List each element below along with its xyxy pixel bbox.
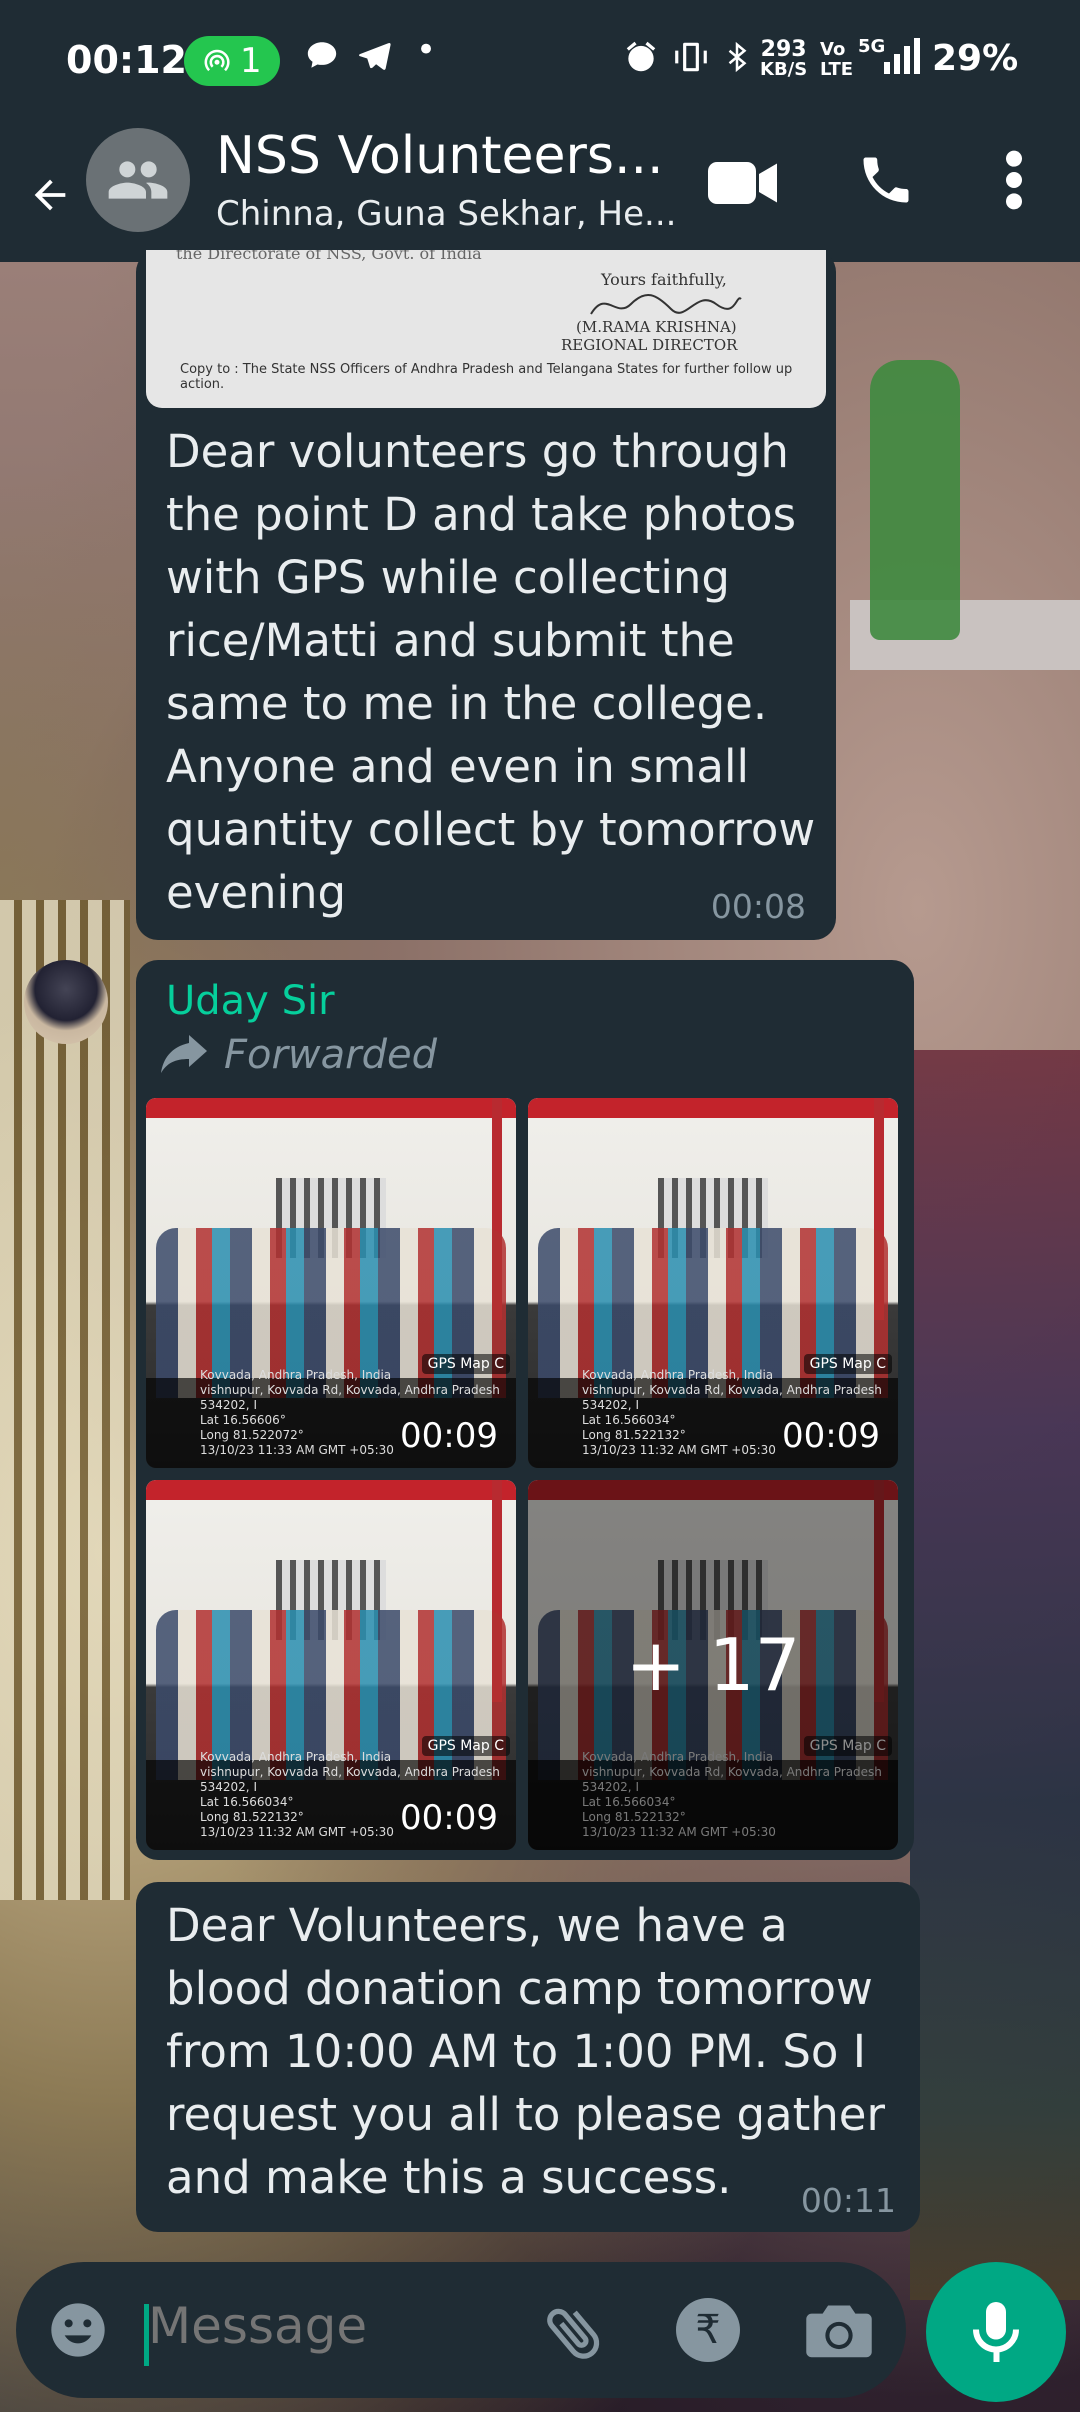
photo-time: 00:09 <box>400 1416 498 1456</box>
document-image[interactable]: the Directorate of NSS, Govt. of India Y… <box>146 250 826 408</box>
group-avatar[interactable] <box>86 128 190 232</box>
chat-title[interactable]: NSS Volunteers... <box>216 126 686 186</box>
document-copy-to: Copy to : The State NSS Officers of Andh… <box>180 362 793 392</box>
attach-icon[interactable] <box>540 2298 610 2368</box>
document-signer-name: (M.RAMA KRISHNA) <box>576 318 737 336</box>
album-photo-more[interactable]: GPS Map C Kovvada, Andhra Pradesh, India… <box>528 1480 898 1850</box>
voice-message-button[interactable] <box>926 2262 1066 2402</box>
message-time: 00:08 <box>710 887 806 926</box>
alarm-icon <box>622 38 660 85</box>
emoji-icon[interactable] <box>46 2298 110 2362</box>
wallpaper-bottle <box>870 360 960 640</box>
status-time: 00:12 <box>66 38 187 82</box>
volte-indicator: Vo LTE <box>820 39 854 80</box>
hotspot-count: 1 <box>240 41 262 81</box>
message-time: 00:11 <box>800 2181 896 2220</box>
more-photos-count[interactable]: + 17 <box>528 1480 898 1850</box>
camera-icon[interactable] <box>806 2300 872 2360</box>
album-photo[interactable]: GPS Map C Kovvada, Andhra Pradesh, India… <box>146 1480 516 1850</box>
net-speed-value: 293 <box>760 37 807 62</box>
message-text: Dear volunteers go through the point D a… <box>166 425 816 919</box>
document-top-fragment: the Directorate of NSS, Govt. of India <box>176 250 482 263</box>
forwarded-album-bubble[interactable]: Uday Sir Forwarded GPS Map C Kovvada, An… <box>136 960 914 1860</box>
back-arrow-icon[interactable] <box>22 172 78 218</box>
signal-icon <box>884 38 924 83</box>
network-type: 5G <box>858 36 886 57</box>
sender-name[interactable]: Uday Sir <box>166 978 335 1024</box>
more-notifications-icon: • <box>416 30 437 70</box>
bluetooth-icon <box>722 38 752 85</box>
message-input[interactable] <box>146 2296 550 2356</box>
message-text: Dear Volunteers, we have a blood donatio… <box>166 1899 885 2204</box>
chat-bubble-icon <box>305 38 339 81</box>
overflow-menu-icon[interactable] <box>1000 148 1028 212</box>
hotspot-icon <box>204 49 230 72</box>
chat-participants[interactable]: Chinna, Guna Sekhar, He... <box>216 194 686 234</box>
payment-rupee-icon[interactable]: ₹ <box>676 2298 740 2362</box>
document-signer-role: REGIONAL DIRECTOR <box>561 336 738 354</box>
photo-time: 00:09 <box>782 1416 880 1456</box>
forwarded-text: Forwarded <box>224 1032 437 1078</box>
album-photo[interactable]: GPS Map C Kovvada, Andhra Pradesh, India… <box>528 1098 898 1468</box>
video-call-icon[interactable] <box>708 158 780 208</box>
message-bubble[interactable]: the Directorate of NSS, Govt. of India Y… <box>136 250 836 940</box>
forwarded-label: Forwarded <box>160 1032 437 1078</box>
album-photo[interactable]: GPS Map C Kovvada, Andhra Pradesh, India… <box>146 1098 516 1468</box>
wallpaper-window <box>0 900 130 1900</box>
net-speed-unit: KB/S <box>760 59 808 80</box>
message-composer: ₹ <box>16 2262 906 2398</box>
net-speed: 293 KB/S <box>760 37 808 80</box>
status-bar: 00:12 1 • 293 KB/S Vo LTE 5G 29% <box>0 0 1080 124</box>
telegram-icon <box>356 38 392 83</box>
forward-arrow-icon <box>161 1035 207 1073</box>
photo-time: 00:09 <box>400 1798 498 1838</box>
wallpaper-clothes <box>910 1050 1080 2300</box>
sender-avatar[interactable] <box>24 960 108 1044</box>
message-bubble[interactable]: Dear Volunteers, we have a blood donatio… <box>136 1882 920 2232</box>
voice-call-icon[interactable] <box>856 150 916 210</box>
chat-header: NSS Volunteers... Chinna, Guna Sekhar, H… <box>0 124 1080 262</box>
battery-level: 29% <box>932 38 1019 79</box>
mic-icon <box>973 2302 1019 2362</box>
group-icon <box>108 161 168 199</box>
hotspot-badge: 1 <box>184 36 280 86</box>
vibrate-icon <box>672 38 710 85</box>
